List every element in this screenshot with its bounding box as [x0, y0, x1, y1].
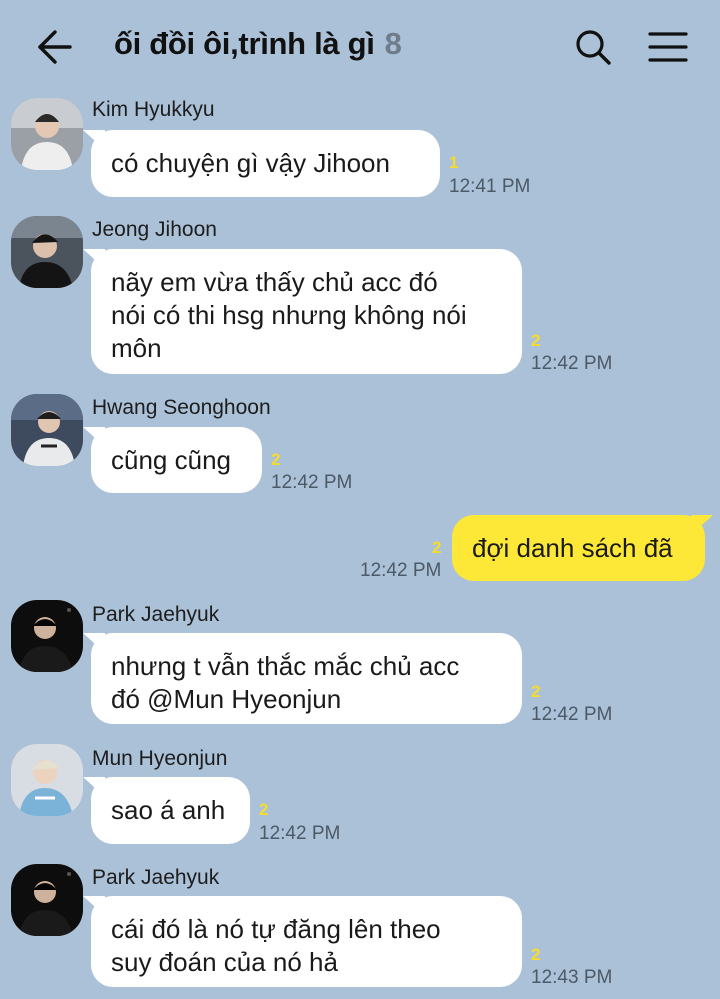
message-bubble[interactable]: cái đó là nó tự đăng lên theo suy đoán c… — [91, 896, 522, 987]
message-time: 12:42 PM — [259, 823, 341, 844]
message-bubble[interactable]: nhưng t vẫn thắc mắc chủ acc đó @Mun Hye… — [91, 633, 522, 724]
unread-count: 2 — [432, 538, 442, 557]
message-line: nãy em vừa thấy chủ acc đó — [111, 267, 438, 297]
message-time: 12:42 PM — [531, 353, 613, 374]
message-line: môn — [111, 333, 162, 363]
sender-name: Kim Hyukkyu — [92, 98, 215, 121]
chat-header: ối đồi ôi,trình là gì 8 — [0, 0, 720, 92]
message-line: cũng cũng — [111, 445, 231, 475]
search-button[interactable] — [572, 26, 614, 68]
message-line: nói có thi hsg nhưng không nói — [111, 300, 467, 330]
message-bubble[interactable]: sao á anh — [91, 777, 250, 844]
member-count: 8 — [384, 26, 402, 61]
message-line: nhưng t vẫn thắc mắc chủ acc — [111, 651, 460, 681]
message-time: 12:42 PM — [360, 560, 442, 581]
message-bubble-outgoing[interactable]: đợi danh sách đã — [452, 515, 705, 581]
avatar[interactable] — [11, 600, 83, 672]
message-line: sao á anh — [111, 795, 226, 825]
sender-name: Park Jaehyuk — [92, 603, 220, 626]
message-time: 12:43 PM — [531, 967, 613, 988]
avatar[interactable] — [11, 216, 83, 288]
message-line: đợi danh sách đã — [472, 533, 673, 563]
unread-count: 2 — [259, 800, 269, 819]
sender-name: Mun Hyeonjun — [92, 747, 228, 770]
message-line: đó @Mun Hyeonjun — [111, 684, 342, 714]
message-bubble[interactable]: nãy em vừa thấy chủ acc đó nói có thi hs… — [91, 249, 522, 374]
avatar[interactable] — [11, 98, 83, 170]
message-bubble[interactable]: có chuyện gì vậy Jihoon — [91, 130, 440, 197]
unread-count: 1 — [449, 153, 459, 172]
message-line: suy đoán của nó hả — [111, 947, 338, 977]
unread-count: 2 — [531, 682, 541, 701]
hamburger-menu-icon — [648, 32, 688, 62]
chat-title: ối đồi ôi,trình là gì 8 — [114, 26, 402, 62]
avatar[interactable] — [11, 744, 83, 816]
sender-name: Hwang Seonghoon — [92, 396, 271, 419]
menu-button[interactable] — [646, 28, 690, 66]
message-time: 12:42 PM — [271, 472, 353, 493]
message-time: 12:42 PM — [531, 704, 613, 725]
unread-count: 2 — [531, 945, 541, 964]
arrow-left-icon — [38, 30, 72, 64]
search-icon — [576, 30, 611, 65]
unread-count: 2 — [531, 331, 541, 350]
back-button[interactable] — [28, 24, 80, 70]
message-line: cái đó là nó tự đăng lên theo — [111, 914, 441, 944]
sender-name: Jeong Jihoon — [92, 218, 217, 241]
message-bubble[interactable]: cũng cũng — [91, 427, 262, 493]
message-time: 12:41 PM — [449, 176, 531, 197]
avatar[interactable] — [11, 864, 83, 936]
message-line: có chuyện gì vậy Jihoon — [111, 148, 390, 178]
chat-title-text: ối đồi ôi,trình là gì — [114, 26, 375, 61]
sender-name: Park Jaehyuk — [92, 866, 220, 889]
avatar[interactable] — [11, 394, 83, 466]
unread-count: 2 — [271, 450, 281, 469]
